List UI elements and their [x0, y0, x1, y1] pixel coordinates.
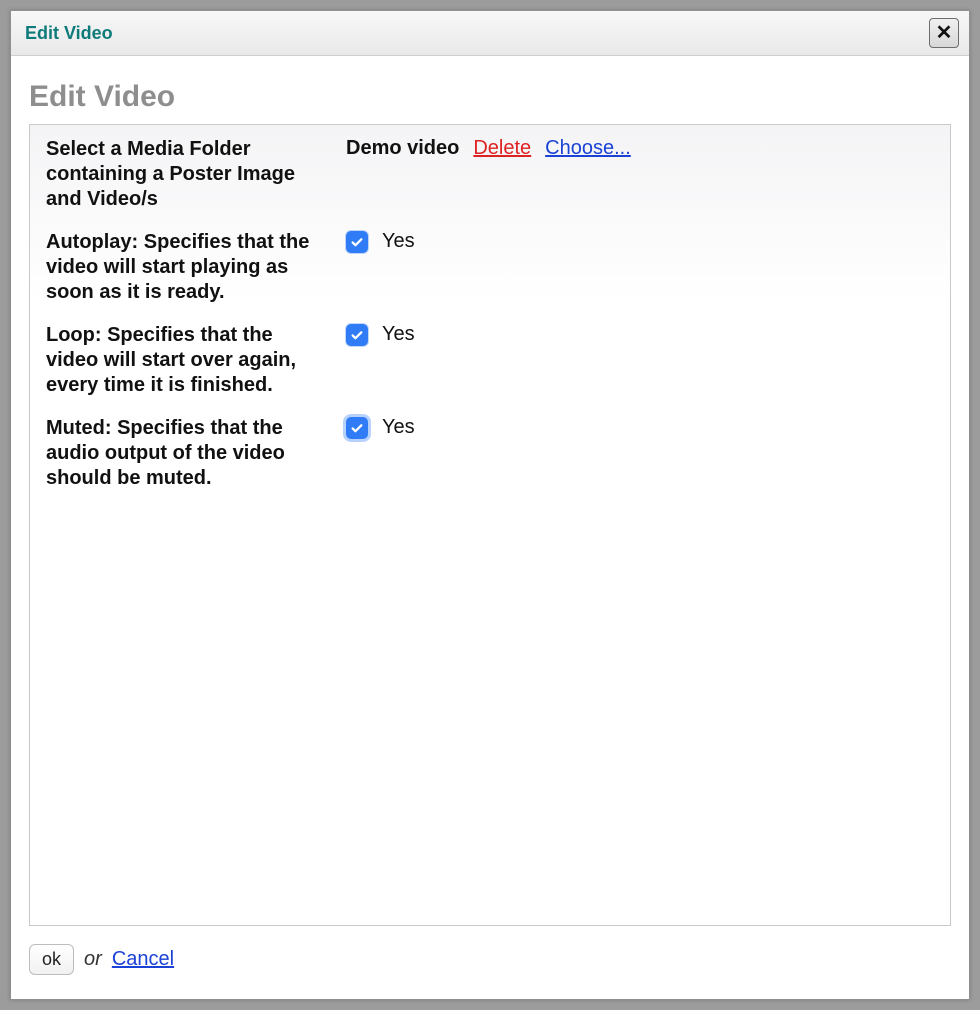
- row-loop: Loop: Specifies that the video will star…: [46, 323, 934, 398]
- label-media-folder: Select a Media Folder containing a Poste…: [46, 137, 328, 212]
- checkbox-muted[interactable]: [346, 417, 368, 439]
- dialog-title: Edit Video: [25, 23, 113, 44]
- dialog-actions: ok or Cancel: [29, 944, 951, 975]
- ok-button[interactable]: ok: [29, 944, 74, 975]
- check-icon: [350, 328, 364, 342]
- autoplay-yes-text: Yes: [382, 230, 415, 253]
- cancel-link[interactable]: Cancel: [112, 948, 174, 971]
- label-autoplay: Autoplay: Specifies that the video will …: [46, 230, 328, 305]
- delete-folder-link[interactable]: Delete: [473, 137, 531, 160]
- value-autoplay: Yes: [346, 230, 934, 253]
- row-media-folder: Select a Media Folder containing a Poste…: [46, 137, 934, 212]
- checkbox-loop[interactable]: [346, 324, 368, 346]
- value-media-folder: Demo video Delete Choose...: [346, 137, 934, 160]
- muted-yes-text: Yes: [382, 416, 415, 439]
- label-muted: Muted: Specifies that the audio output o…: [46, 416, 328, 491]
- value-muted: Yes: [346, 416, 934, 439]
- close-button[interactable]: ✕: [929, 18, 959, 48]
- or-text: or: [84, 948, 102, 971]
- close-icon: ✕: [936, 23, 953, 43]
- selected-folder-name: Demo video: [346, 137, 459, 160]
- check-icon: [350, 235, 364, 249]
- label-loop: Loop: Specifies that the video will star…: [46, 323, 328, 398]
- edit-video-dialog: Edit Video ✕ Edit Video Select a Media F…: [10, 10, 970, 1000]
- loop-yes-text: Yes: [382, 323, 415, 346]
- page-title: Edit Video: [29, 80, 951, 114]
- dialog-body: Edit Video Select a Media Folder contain…: [11, 56, 969, 999]
- form-container: Select a Media Folder containing a Poste…: [29, 124, 951, 926]
- row-muted: Muted: Specifies that the audio output o…: [46, 416, 934, 491]
- dialog-titlebar: Edit Video ✕: [11, 11, 969, 56]
- checkbox-autoplay[interactable]: [346, 231, 368, 253]
- row-autoplay: Autoplay: Specifies that the video will …: [46, 230, 934, 305]
- check-icon: [350, 421, 364, 435]
- value-loop: Yes: [346, 323, 934, 346]
- choose-folder-link[interactable]: Choose...: [545, 137, 631, 160]
